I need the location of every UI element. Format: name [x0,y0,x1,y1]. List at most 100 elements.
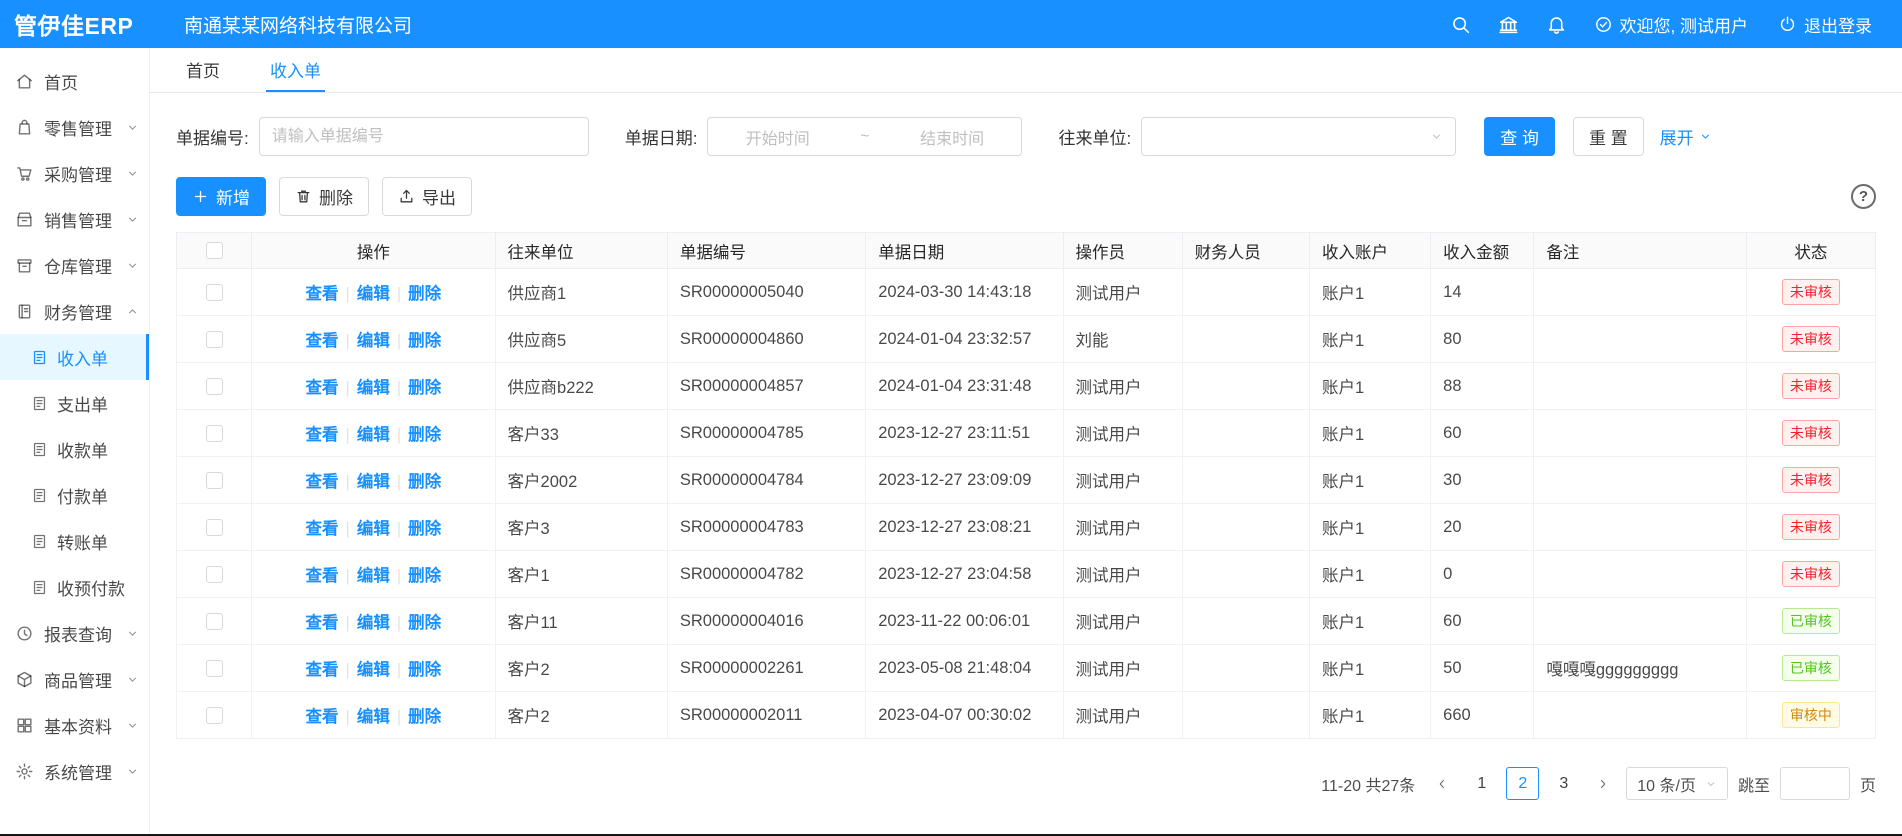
delete-link[interactable]: 删除 [408,426,441,444]
sidebar-subitem-receipt[interactable]: 收款单 [0,426,149,472]
account-cell: 账户1 [1309,316,1430,363]
sidebar-subitem-advance[interactable]: 收预付款 [0,564,149,610]
bill-date-cell: 2024-01-04 23:32:57 [866,316,1063,363]
bill-date-cell: 2023-12-27 23:09:09 [866,457,1063,504]
edit-link[interactable]: 编辑 [357,285,390,303]
amount-cell: 20 [1431,504,1534,551]
sidebar-subitem-payment[interactable]: 付款单 [0,472,149,518]
tab-home[interactable]: 首页 [182,48,224,92]
bill-date-range-input[interactable]: 开始时间 ~ 结束时间 [707,117,1022,156]
sidebar-item-system[interactable]: 系统管理 [0,748,149,794]
sidebar-item-basic[interactable]: 基本资料 [0,702,149,748]
search-icon[interactable] [1450,14,1471,35]
sidebar-item-home[interactable]: 首页 [0,58,149,104]
edit-link[interactable]: 编辑 [357,614,390,632]
delete-link[interactable]: 删除 [408,567,441,585]
view-link[interactable]: 查看 [306,614,339,632]
warehouse-icon [15,256,34,275]
row-checkbox[interactable] [206,566,223,583]
sidebar-item-finance[interactable]: 财务管理 [0,288,149,334]
status-badge: 未审核 [1782,420,1840,446]
welcome-user[interactable]: 欢迎您, 测试用户 [1594,12,1748,37]
delete-link[interactable]: 删除 [408,332,441,350]
page-button-3[interactable]: 3 [1547,767,1580,800]
row-checkbox[interactable] [206,613,223,630]
page-button-1[interactable]: 1 [1465,767,1498,800]
partner-select[interactable] [1141,117,1456,156]
view-link[interactable]: 查看 [306,520,339,538]
jump-page-input[interactable] [1780,767,1850,800]
row-checkbox[interactable] [206,331,223,348]
account-cell: 账户1 [1309,645,1430,692]
delete-link[interactable]: 删除 [408,661,441,679]
bell-icon[interactable] [1546,14,1567,35]
row-checkbox[interactable] [206,378,223,395]
chevron-left-icon [1435,777,1449,791]
next-page-button[interactable] [1590,767,1616,800]
sidebar-subitem-expense[interactable]: 支出单 [0,380,149,426]
sidebar-item-retail[interactable]: 零售管理 [0,104,149,150]
view-link[interactable]: 查看 [306,379,339,397]
delete-link[interactable]: 删除 [408,379,441,397]
row-checkbox[interactable] [206,519,223,536]
page-size-select[interactable]: 10 条/页 [1626,767,1728,800]
sales-icon [15,210,34,229]
delete-button[interactable]: 删除 [279,177,369,216]
expand-link[interactable]: 展开 [1660,124,1712,149]
sidebar-item-purchase[interactable]: 采购管理 [0,150,149,196]
select-all-checkbox[interactable] [206,242,223,259]
row-checkbox[interactable] [206,284,223,301]
view-link[interactable]: 查看 [306,661,339,679]
edit-link[interactable]: 编辑 [357,708,390,726]
bank-icon[interactable] [1498,14,1519,35]
remark-cell [1534,692,1746,739]
delete-link[interactable]: 删除 [408,285,441,303]
row-checkbox[interactable] [206,707,223,724]
add-button[interactable]: 新增 [176,177,266,216]
sidebar-subitem-income[interactable]: 收入单 [0,334,149,380]
edit-link[interactable]: 编辑 [357,520,390,538]
delete-link[interactable]: 删除 [408,520,441,538]
view-link[interactable]: 查看 [306,332,339,350]
view-link[interactable]: 查看 [306,708,339,726]
reset-button[interactable]: 重 置 [1573,117,1644,156]
sidebar-item-warehouse[interactable]: 仓库管理 [0,242,149,288]
sidebar-subitem-label: 收预付款 [57,575,125,600]
edit-link[interactable]: 编辑 [357,473,390,491]
sidebar-item-report[interactable]: 报表查询 [0,610,149,656]
sidebar-item-goods[interactable]: 商品管理 [0,656,149,702]
view-link[interactable]: 查看 [306,567,339,585]
finance-staff-cell [1182,269,1309,316]
row-checkbox[interactable] [206,425,223,442]
action-separator: | [397,708,401,726]
sidebar-subitem-transfer[interactable]: 转账单 [0,518,149,564]
tab-income[interactable]: 收入单 [266,48,325,92]
account-cell: 账户1 [1309,363,1430,410]
help-icon[interactable]: ? [1851,184,1876,209]
edit-link[interactable]: 编辑 [357,661,390,679]
bill-no-input[interactable] [259,117,589,156]
view-link[interactable]: 查看 [306,473,339,491]
edit-link[interactable]: 编辑 [357,379,390,397]
delete-link[interactable]: 删除 [408,473,441,491]
sidebar-item-label: 商品管理 [44,667,112,692]
partner-cell: 供应商1 [495,269,667,316]
edit-link[interactable]: 编辑 [357,426,390,444]
edit-link[interactable]: 编辑 [357,567,390,585]
sidebar-subitem-label: 转账单 [57,529,108,554]
view-link[interactable]: 查看 [306,285,339,303]
delete-link[interactable]: 删除 [408,708,441,726]
prev-page-button[interactable] [1429,767,1455,800]
page-button-2[interactable]: 2 [1506,767,1539,800]
sidebar-item-sales[interactable]: 销售管理 [0,196,149,242]
table-row: 查看|编辑|删除供应商1SR000000050402024-03-30 14:4… [177,269,1876,316]
logout-button[interactable]: 退出登录 [1778,12,1872,37]
delete-link[interactable]: 删除 [408,614,441,632]
row-checkbox[interactable] [206,472,223,489]
row-checkbox[interactable] [206,660,223,677]
view-link[interactable]: 查看 [306,426,339,444]
actions-cell: 查看|编辑|删除 [252,457,495,504]
export-button[interactable]: 导出 [382,177,472,216]
edit-link[interactable]: 编辑 [357,332,390,350]
search-button[interactable]: 查 询 [1484,117,1555,156]
